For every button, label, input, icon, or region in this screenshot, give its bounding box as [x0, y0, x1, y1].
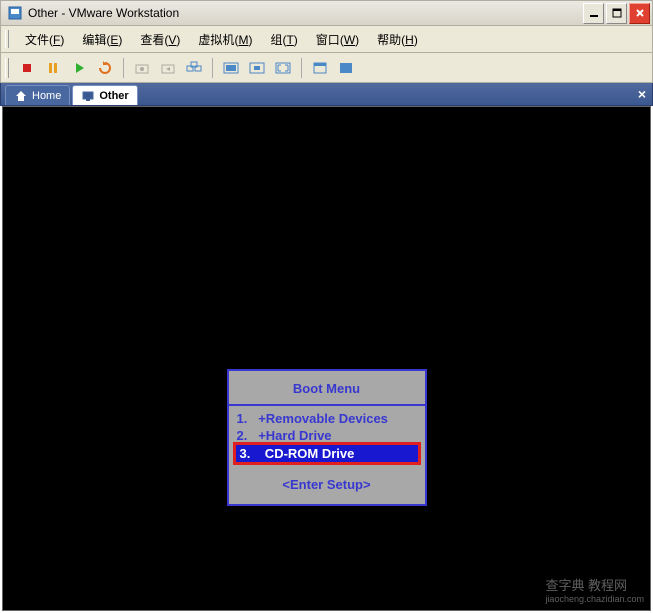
toolbar-grip: [5, 58, 9, 78]
toolbar: [0, 53, 653, 83]
maximize-button[interactable]: [606, 3, 627, 24]
reset-button[interactable]: [93, 56, 117, 80]
tab-home[interactable]: Home: [5, 85, 70, 105]
watermark-url: jiaocheng.chazidian.com: [545, 594, 644, 604]
menu-file[interactable]: 文件(F): [17, 28, 72, 51]
tab-label: Other: [99, 90, 128, 102]
home-icon: [14, 89, 28, 103]
vm-icon: [81, 89, 95, 103]
snapshot-button: [130, 56, 154, 80]
tab-close-button[interactable]: ×: [638, 86, 646, 102]
console-view-button[interactable]: [334, 56, 358, 80]
toolbar-separator: [301, 58, 302, 78]
toolbar-separator: [212, 58, 213, 78]
menu-bar: 文件(F) 编辑(E) 查看(V) 虚拟机(M) 组(T) 窗口(W) 帮助(H…: [0, 26, 653, 53]
summary-view-button[interactable]: [308, 56, 332, 80]
app-icon: [7, 5, 23, 21]
tab-other[interactable]: Other: [72, 85, 137, 105]
close-button[interactable]: [629, 3, 650, 24]
minimize-button[interactable]: [583, 3, 604, 24]
tabs-bar: Home Other ×: [0, 83, 653, 106]
menu-view[interactable]: 查看(V): [132, 28, 188, 51]
window-controls: [583, 3, 650, 24]
tab-label: Home: [32, 90, 61, 102]
vm-display[interactable]: Boot Menu 1. +Removable Devices 2. +Hard…: [2, 106, 651, 611]
watermark: 查字典 教程网 jiaocheng.chazidian.com: [545, 575, 644, 604]
suspend-button[interactable]: [41, 56, 65, 80]
revert-button: [156, 56, 180, 80]
title-bar: Other - VMware Workstation: [0, 0, 653, 26]
show-console-button[interactable]: [219, 56, 243, 80]
manage-snapshots-button[interactable]: [182, 56, 206, 80]
watermark-text: 查字典 教程网: [545, 578, 627, 593]
menu-team[interactable]: 组(T): [262, 28, 305, 51]
boot-menu-title: Boot Menu: [229, 371, 425, 404]
boot-item-removable[interactable]: 1. +Removable Devices: [233, 410, 421, 427]
bios-boot-menu: Boot Menu 1. +Removable Devices 2. +Hard…: [227, 369, 427, 506]
fullscreen-button[interactable]: [271, 56, 295, 80]
window-title: Other - VMware Workstation: [28, 6, 583, 20]
boot-item-cdrom[interactable]: 3. CD-ROM Drive: [233, 442, 421, 465]
menu-window[interactable]: 窗口(W): [308, 28, 367, 51]
menubar-grip: [5, 30, 9, 48]
menu-edit[interactable]: 编辑(E): [74, 28, 130, 51]
menu-help[interactable]: 帮助(H): [369, 28, 426, 51]
quick-switch-button[interactable]: [245, 56, 269, 80]
toolbar-separator: [123, 58, 124, 78]
play-button[interactable]: [67, 56, 91, 80]
menu-vm[interactable]: 虚拟机(M): [190, 28, 260, 51]
poweroff-button[interactable]: [15, 56, 39, 80]
boot-menu-body: 1. +Removable Devices 2. +Hard Drive 3. …: [229, 404, 425, 504]
boot-enter-setup[interactable]: <Enter Setup>: [233, 477, 421, 492]
